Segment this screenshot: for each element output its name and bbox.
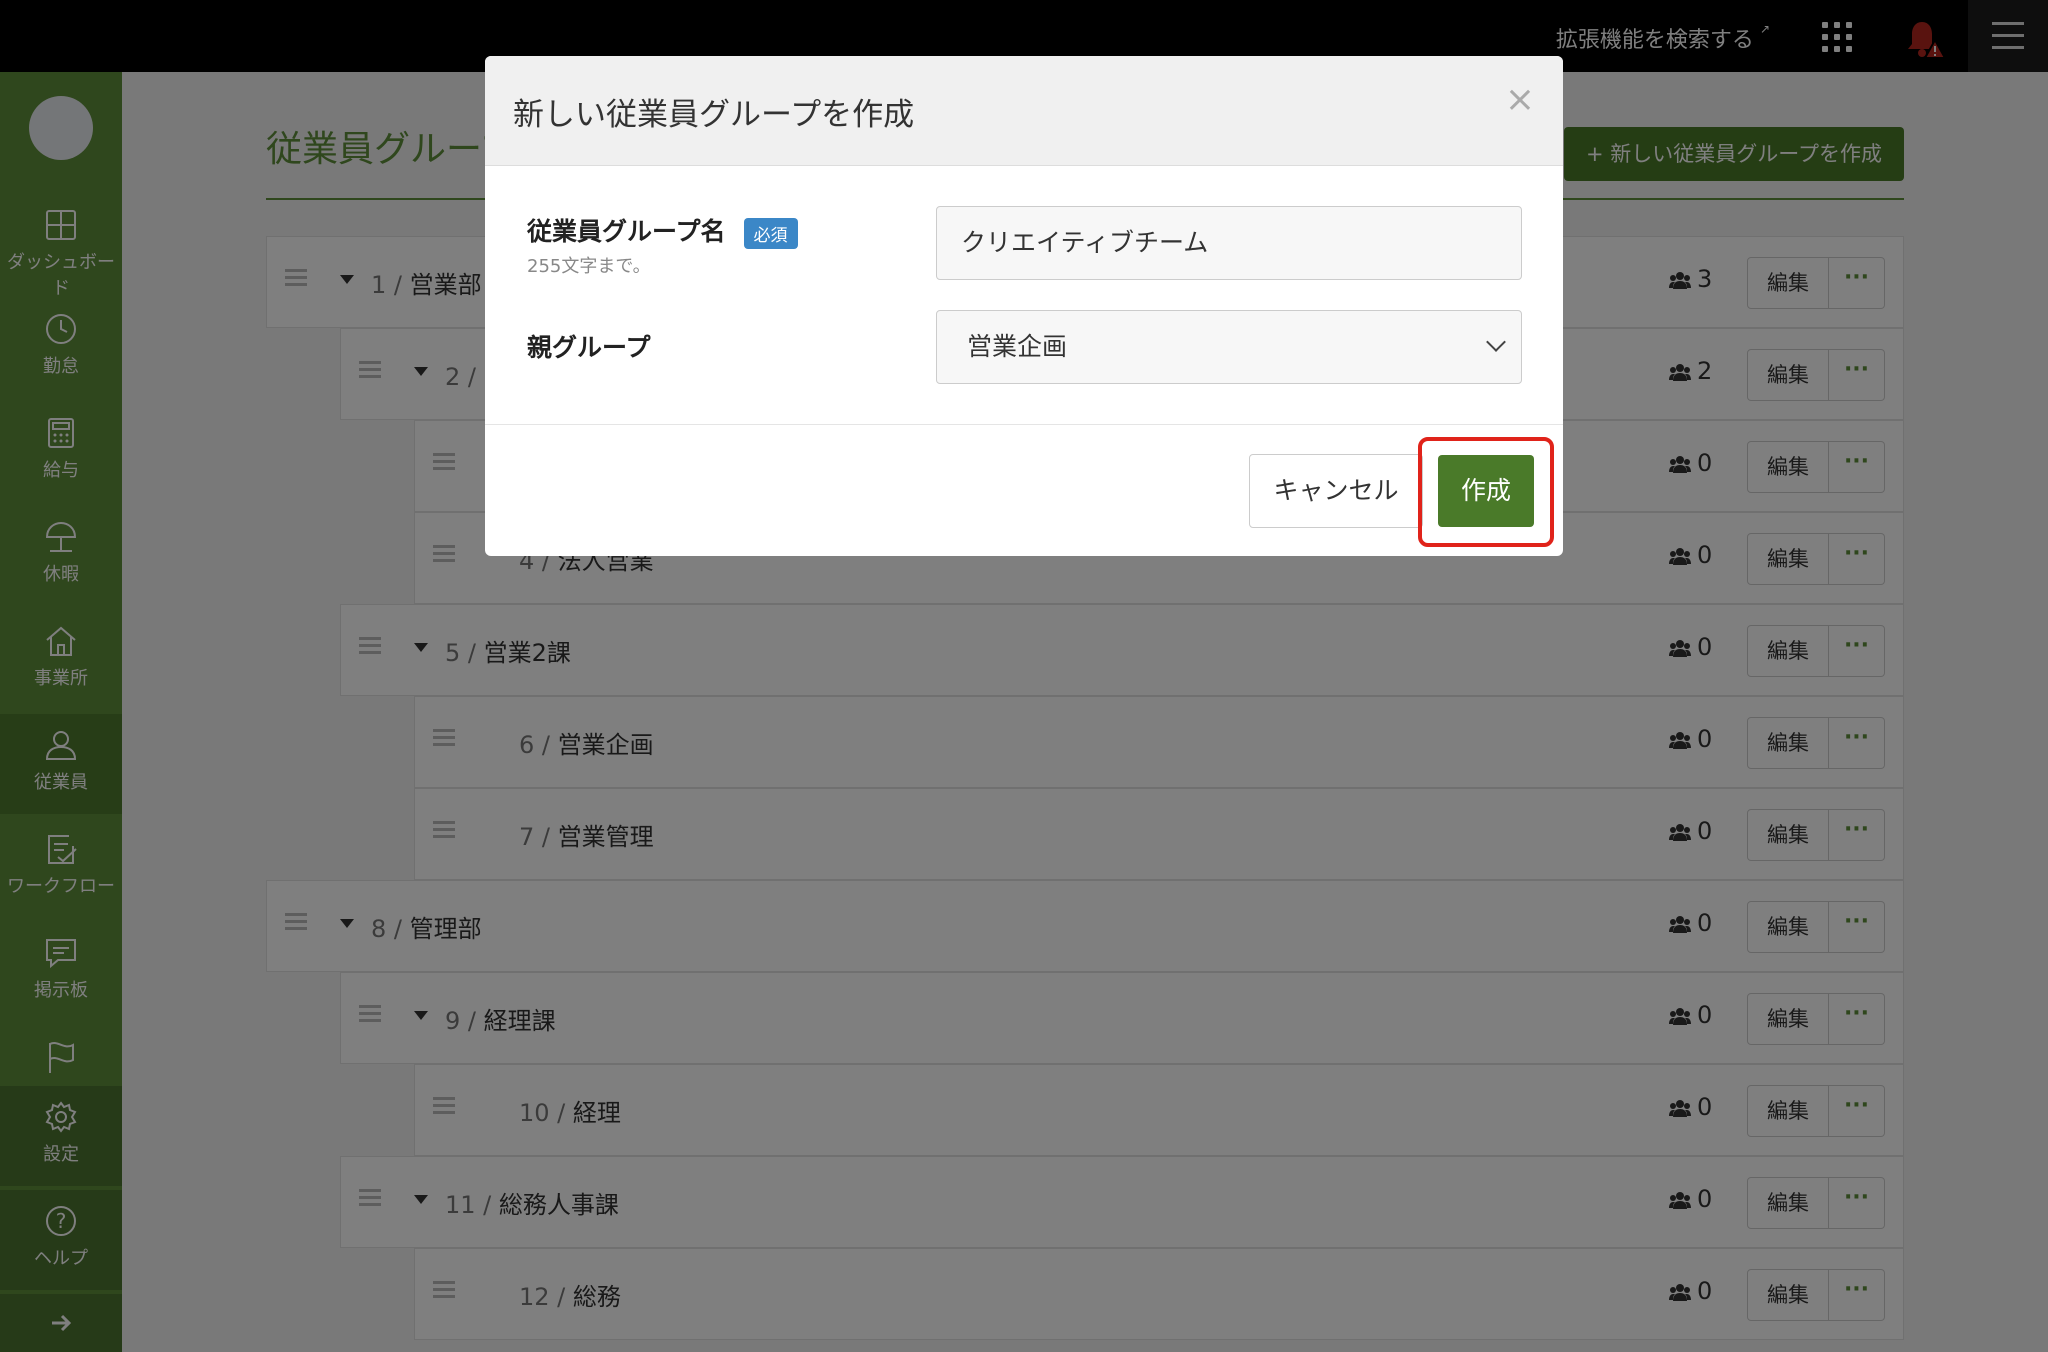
parent-group-select[interactable]: 営業企画	[936, 310, 1522, 384]
group-name-help: 255文字まで。	[527, 256, 651, 277]
highlight-annotation	[1418, 437, 1554, 547]
cancel-button[interactable]: キャンセル	[1249, 454, 1423, 528]
create-group-modal: 新しい従業員グループを作成 × 従業員グループ名 必須 255文字まで。 クリエイ…	[485, 56, 1563, 556]
group-name-value: クリエイティブチーム	[961, 228, 1209, 257]
group-name-label: 従業員グループ名 必須	[527, 212, 798, 249]
chevron-down-icon	[1486, 332, 1506, 352]
required-badge: 必須	[743, 217, 798, 249]
parent-group-value: 営業企画	[967, 332, 1068, 361]
group-name-label-text: 従業員グループ名	[527, 217, 726, 246]
modal-title: 新しい従業員グループを作成	[513, 97, 915, 133]
close-icon[interactable]: ×	[1505, 82, 1535, 118]
group-name-input[interactable]: クリエイティブチーム	[936, 206, 1522, 280]
modal-footer-divider	[485, 424, 1563, 425]
modal-header: 新しい従業員グループを作成 ×	[485, 56, 1563, 166]
parent-group-label: 親グループ	[527, 333, 651, 362]
